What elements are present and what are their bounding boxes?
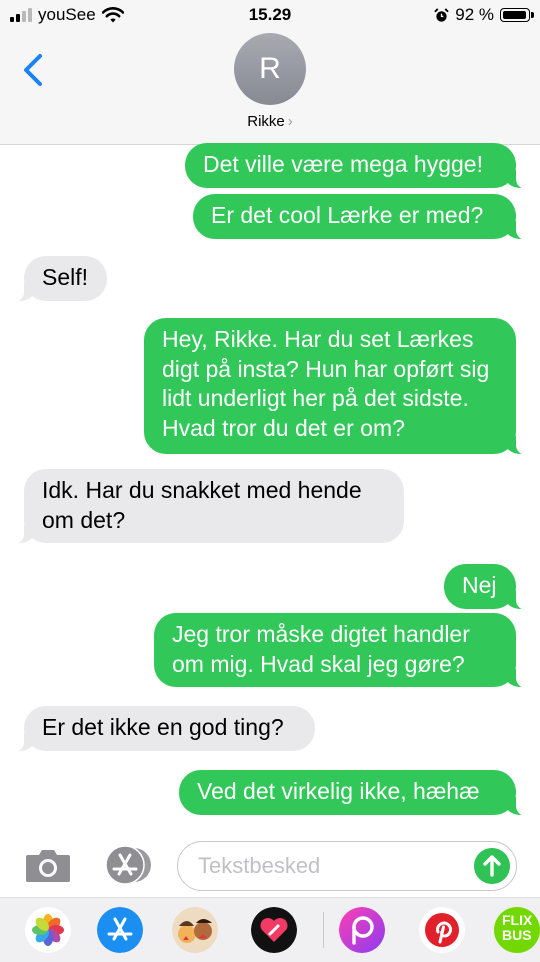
flixbus-label: FLIX BUS	[502, 912, 533, 943]
battery-percentage: 92 %	[455, 5, 494, 24]
app-drawer: FLIX BUS	[0, 897, 540, 962]
message-bubble-received[interactable]: Er det ikke en god ting?	[14, 706, 315, 751]
message-bubble-sent[interactable]: Ved det virkelig ikke, hæhæ	[179, 770, 526, 815]
message-bubble-sent[interactable]: Hey, Rikke. Har du set Lærkes digt på in…	[144, 318, 526, 455]
contact-name-button[interactable]: Rikke ›	[0, 113, 540, 130]
chevron-right-icon: ›	[287, 113, 293, 130]
arrow-up-icon[interactable]	[474, 848, 510, 884]
app-store-icon[interactable]	[97, 907, 143, 953]
message-text: Idk. Har du snakket med hende om det?	[42, 477, 362, 533]
alarm-icon	[434, 7, 449, 22]
message-input[interactable]: Tekstbesked	[177, 841, 517, 891]
message-bubble-sent[interactable]: Jeg tror måske digtet handler om mig. Hv…	[154, 613, 526, 688]
message-bubble-sent[interactable]: Nej	[444, 564, 526, 609]
status-bar: youSee 15.29 92 %	[0, 0, 540, 30]
memoji-icon[interactable]	[172, 907, 218, 953]
message-text: Nej	[462, 572, 497, 598]
picsart-icon[interactable]	[339, 907, 385, 953]
message-text: Self!	[42, 264, 89, 290]
photos-icon[interactable]	[25, 907, 71, 953]
message-bubble-sent[interactable]: Det ville være mega hygge!	[185, 143, 526, 188]
flixbus-icon[interactable]: FLIX BUS	[494, 907, 540, 953]
message-bubble-received[interactable]: Idk. Har du snakket med hende om det?	[14, 469, 404, 544]
battery-icon	[500, 8, 534, 22]
app-store-icon[interactable]	[101, 845, 153, 885]
contact-avatar[interactable]: R	[234, 33, 306, 105]
message-input-placeholder: Tekstbesked	[198, 853, 321, 878]
chevron-left-icon[interactable]	[20, 52, 46, 88]
message-text: Hey, Rikke. Har du set Lærkes digt på in…	[162, 326, 490, 441]
digital-touch-icon[interactable]	[251, 907, 297, 953]
contact-name: Rikke	[247, 113, 285, 130]
message-text: Jeg tror måske digtet handler om mig. Hv…	[172, 621, 470, 677]
message-text: Er det cool Lærke er med?	[211, 202, 484, 228]
message-text: Det ville være mega hygge!	[203, 151, 483, 177]
app-drawer-divider	[323, 912, 324, 948]
pinterest-icon[interactable]	[419, 907, 465, 953]
message-bubble-received[interactable]: Self!	[14, 256, 107, 301]
camera-icon[interactable]	[24, 846, 72, 884]
message-text: Ved det virkelig ikke, hæhæ	[197, 778, 480, 804]
message-bubble-sent[interactable]: Er det cool Lærke er med?	[193, 194, 526, 239]
message-text: Er det ikke en god ting?	[42, 714, 284, 740]
